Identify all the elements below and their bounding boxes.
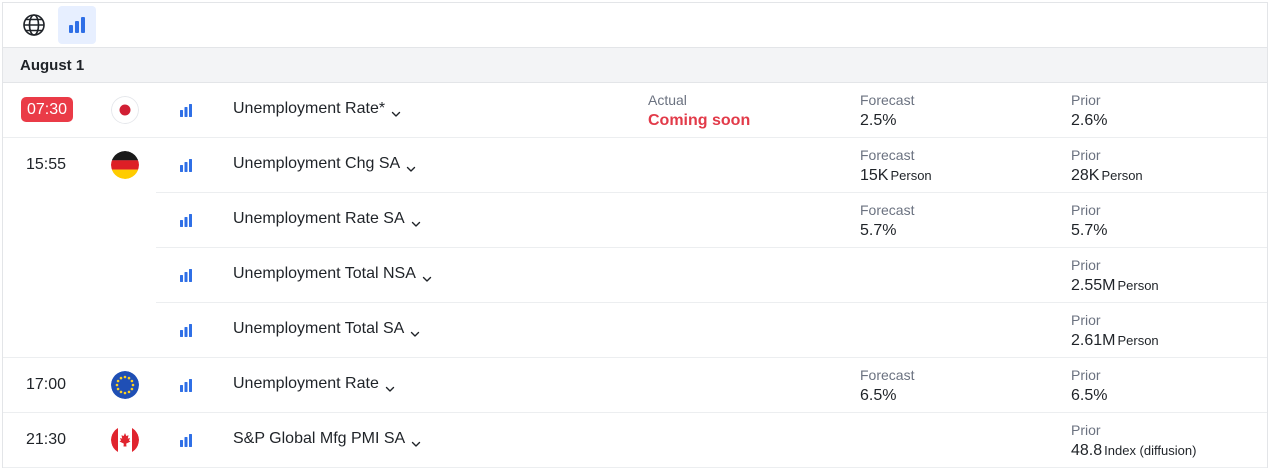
event-row[interactable]: Unemployment Total SA Prior 2.61M Person [3, 303, 1267, 358]
importance-bars-icon [179, 323, 193, 337]
event-name[interactable]: Unemployment Chg SA [233, 155, 416, 173]
event-row[interactable]: Unemployment Rate SA Forecast 5.7% Prior 5.7… [3, 193, 1267, 248]
prior-value: 28K Person [1071, 167, 1143, 184]
event-row[interactable]: 15:55 Unemployment Chg SA Forecast 15K Perso… [3, 138, 1267, 193]
event-row[interactable]: 07:30 Unemployment Rate* Actual Coming soon… [3, 83, 1267, 138]
event-name[interactable]: Unemployment Rate [233, 375, 395, 393]
forecast-value: 15K Person [860, 167, 932, 184]
event-time: 15:55 [26, 156, 67, 173]
actual-column: Actual Coming soon [648, 92, 751, 129]
unit-label: Person [1101, 168, 1143, 183]
toolbar [3, 3, 1267, 48]
event-name[interactable]: Unemployment Rate* [233, 100, 401, 118]
event-list: 07:30 Unemployment Rate* Actual Coming soon… [3, 83, 1267, 468]
event-name[interactable]: Unemployment Rate SA [233, 210, 421, 228]
event-time: 17:00 [26, 376, 67, 393]
globe-button[interactable] [15, 6, 53, 44]
prior-value: 2.55M Person [1071, 277, 1159, 294]
chevron-down-icon[interactable] [411, 215, 421, 227]
chevron-down-icon[interactable] [406, 160, 416, 172]
prior-value: 2.6% [1071, 112, 1108, 129]
prior-column: Prior 5.7% [1071, 202, 1108, 239]
event-time: 07:30 [21, 97, 74, 122]
forecast-column: Forecast 6.5% [860, 367, 915, 404]
prior-column: Prior 6.5% [1071, 367, 1108, 404]
chevron-down-icon[interactable] [410, 325, 420, 337]
forecast-value: 2.5% [860, 112, 897, 129]
chevron-down-icon[interactable] [385, 380, 395, 392]
prior-column: Prior 48.8 Index (diffusion) [1071, 422, 1197, 459]
prior-value: 5.7% [1071, 222, 1108, 239]
economic-calendar: August 1 07:30 Unemployment Rate* Actual Co… [2, 2, 1268, 468]
forecast-value: 5.7% [860, 222, 897, 239]
prior-value: 6.5% [1071, 387, 1108, 404]
event-name[interactable]: S&P Global Mfg PMI SA [233, 430, 421, 448]
chevron-down-icon[interactable] [391, 105, 401, 117]
importance-bars-icon [179, 103, 193, 117]
event-name[interactable]: Unemployment Total SA [233, 320, 420, 338]
event-row[interactable]: 17:00 Unemployment Rate Forecast 6.5% Prior 6… [3, 358, 1267, 413]
forecast-column: Forecast 15K Person [860, 147, 932, 184]
chevron-down-icon[interactable] [422, 270, 432, 282]
prior-column: Prior 2.61M Person [1071, 312, 1159, 349]
japan-flag-icon [111, 96, 139, 124]
eu-flag-icon [111, 371, 139, 399]
event-name[interactable]: Unemployment Total NSA [233, 265, 432, 283]
event-row[interactable]: 21:30 S&P Global Mfg PMI SA Prior 48.8 Index… [3, 413, 1267, 468]
unit-label: Person [1117, 333, 1159, 348]
forecast-column: Forecast 2.5% [860, 92, 915, 129]
prior-column: Prior 2.55M Person [1071, 257, 1159, 294]
importance-bars-icon [179, 158, 193, 172]
date-header: August 1 [3, 48, 1267, 83]
event-row[interactable]: Unemployment Total NSA Prior 2.55M Person [3, 248, 1267, 303]
unit-label: Person [1117, 278, 1159, 293]
importance-bars-icon [179, 433, 193, 447]
importance-bars-icon [179, 268, 193, 282]
forecast-value: 6.5% [860, 387, 897, 404]
prior-column: Prior 28K Person [1071, 147, 1143, 184]
unit-label: Person [890, 168, 932, 183]
chart-view-button[interactable] [58, 6, 96, 44]
prior-column: Prior 2.6% [1071, 92, 1108, 129]
unit-label: Index (diffusion) [1104, 443, 1197, 458]
actual-value: Coming soon [648, 112, 751, 129]
event-time: 21:30 [26, 431, 67, 448]
importance-bars-icon [179, 213, 193, 227]
forecast-column: Forecast 5.7% [860, 202, 915, 239]
globe-icon [23, 14, 45, 36]
canada-flag-icon [111, 426, 139, 454]
prior-value: 2.61M Person [1071, 332, 1159, 349]
prior-value: 48.8 Index (diffusion) [1071, 442, 1197, 459]
chevron-down-icon[interactable] [411, 435, 421, 447]
germany-flag-icon [111, 151, 139, 179]
importance-bars-icon [179, 378, 193, 392]
bar-chart-icon [69, 17, 85, 33]
